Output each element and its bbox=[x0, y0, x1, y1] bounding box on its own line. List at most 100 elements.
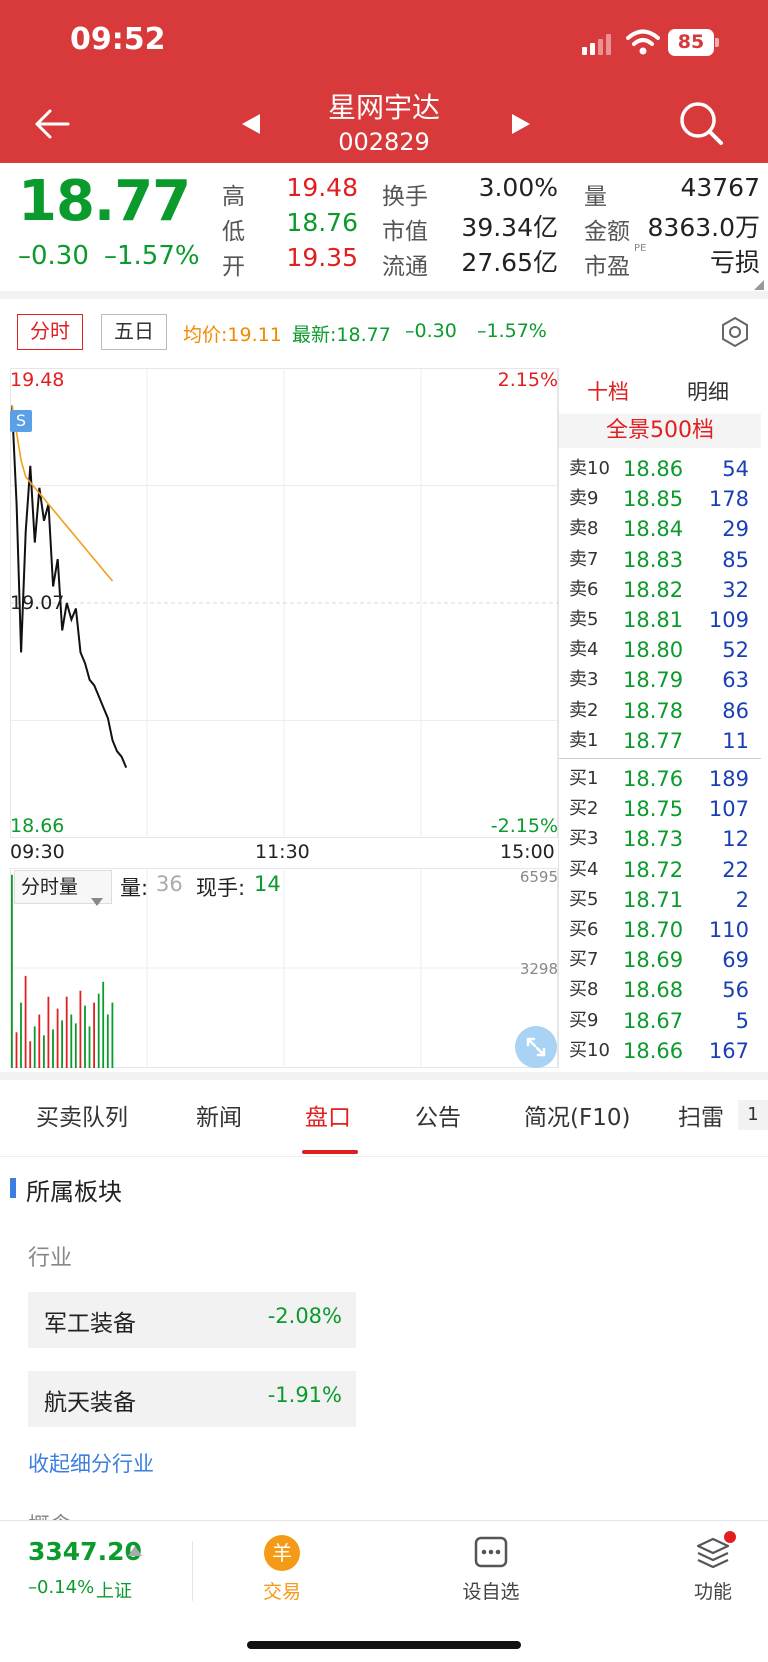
bottom-bar: 3347.20 –0.14% 上证 羊 交易 设自选 功能 bbox=[0, 1520, 768, 1662]
value-market-cap: 39.34亿 bbox=[461, 213, 558, 242]
panorama-500-button[interactable]: 全景500档 bbox=[559, 414, 761, 448]
s-marker[interactable]: S bbox=[10, 410, 32, 432]
ask-row[interactable]: 卖8 18.84 29 bbox=[559, 514, 757, 544]
volume-bar bbox=[24, 975, 27, 1068]
bid-price: 18.72 bbox=[623, 857, 684, 882]
bid-level-label: 买8 bbox=[569, 979, 599, 1001]
bid-row[interactable]: 买9 18.67 5 bbox=[559, 1006, 757, 1036]
search-icon[interactable] bbox=[678, 100, 724, 146]
ask-row[interactable]: 卖3 18.79 63 bbox=[559, 665, 757, 695]
collapse-industry-link[interactable]: 收起细分行业 bbox=[28, 1448, 154, 1478]
bid-price: 18.69 bbox=[623, 948, 684, 973]
tab-detail[interactable]: 明细 bbox=[687, 376, 729, 406]
volume-bar bbox=[15, 1032, 18, 1068]
tab-five-day[interactable]: 五日 bbox=[101, 314, 167, 350]
label-float-cap: 流通 bbox=[382, 254, 428, 280]
bid-row[interactable]: 买1 18.76 189 bbox=[559, 764, 757, 794]
battery-icon: 85 bbox=[668, 29, 720, 56]
label-high: 高 bbox=[222, 184, 245, 210]
tab-ten-level[interactable]: 十档 bbox=[587, 376, 629, 406]
sector-item[interactable]: 军工装备 -2.08% bbox=[28, 1292, 356, 1348]
price-change-pct: –1.57% bbox=[104, 241, 200, 271]
price-line bbox=[11, 405, 128, 768]
bid-row[interactable]: 买4 18.72 22 bbox=[559, 855, 757, 885]
tab-active-indicator bbox=[302, 1150, 358, 1154]
ask-price: 18.81 bbox=[623, 608, 684, 632]
volume-bar bbox=[111, 1002, 114, 1068]
stock-code: 002829 bbox=[338, 128, 430, 156]
ask-volume: 85 bbox=[722, 547, 749, 572]
home-indicator bbox=[247, 1641, 521, 1649]
quote-summary: 18.77 –0.30 –1.57% 高 19.48 换手 3.00% 量 43… bbox=[0, 163, 768, 291]
bid-level-label: 买5 bbox=[569, 888, 599, 910]
bid-row[interactable]: 买7 18.69 69 bbox=[559, 945, 757, 975]
intraday-price-chart[interactable] bbox=[10, 368, 558, 838]
label-market-cap: 市值 bbox=[382, 219, 428, 245]
ask-row[interactable]: 卖4 18.80 52 bbox=[559, 635, 757, 665]
volume-bar bbox=[93, 1002, 95, 1068]
bid-row[interactable]: 买6 18.70 110 bbox=[559, 915, 757, 945]
volume-bar bbox=[88, 1026, 91, 1068]
back-arrow-icon[interactable] bbox=[32, 104, 72, 144]
index-name: 上证 bbox=[96, 1581, 132, 1602]
ask-row[interactable]: 卖7 18.83 85 bbox=[559, 545, 757, 575]
tab-announcements[interactable]: 公告 bbox=[415, 1098, 461, 1132]
bid-row[interactable]: 买8 18.68 56 bbox=[559, 975, 757, 1005]
prev-stock-icon[interactable] bbox=[240, 112, 262, 136]
next-stock-icon[interactable] bbox=[510, 112, 532, 136]
volume-bar bbox=[84, 1005, 86, 1068]
ask-row[interactable]: 卖10 18.86 54 bbox=[559, 454, 757, 484]
tab-handicap[interactable]: 盘口 bbox=[305, 1098, 351, 1132]
add-watchlist-button[interactable]: 设自选 bbox=[456, 1535, 526, 1611]
tab-overflow[interactable]: 1 bbox=[738, 1100, 768, 1130]
sector-name: 航天装备 bbox=[44, 1390, 136, 1416]
price-axis-mid: 19.07 bbox=[10, 592, 65, 614]
pct-axis-bottom: -2.15% bbox=[490, 815, 558, 837]
chart-settings-icon[interactable] bbox=[720, 316, 750, 348]
bid-row[interactable]: 买10 18.66 167 bbox=[559, 1036, 757, 1066]
index-value[interactable]: 3347.20 bbox=[28, 1537, 142, 1566]
tab-news[interactable]: 新闻 bbox=[196, 1098, 242, 1132]
sector-item[interactable]: 航天装备 -1.91% bbox=[28, 1371, 356, 1427]
status-time: 09:52 bbox=[70, 22, 166, 57]
volume-bar bbox=[52, 1029, 54, 1068]
ask-volume: 63 bbox=[722, 668, 749, 693]
vol-value: 36 bbox=[156, 872, 183, 896]
expand-corner-icon[interactable] bbox=[754, 275, 764, 290]
ask-row[interactable]: 卖5 18.81 109 bbox=[559, 605, 757, 635]
ask-row[interactable]: 卖9 18.85 178 bbox=[559, 484, 757, 514]
vol-axis-top: 6595 bbox=[519, 868, 558, 886]
functions-button[interactable]: 功能 bbox=[678, 1531, 748, 1611]
latest-price-label: 最新:18.77 bbox=[292, 324, 391, 346]
volume-selector-label: 分时量 bbox=[21, 876, 79, 898]
bid-row[interactable]: 买3 18.73 12 bbox=[559, 824, 757, 854]
ask-row[interactable]: 卖1 18.77 11 bbox=[559, 726, 757, 756]
ask-price: 18.78 bbox=[623, 698, 684, 723]
bid-level-label: 买6 bbox=[569, 919, 599, 940]
board-title: 所属板块 bbox=[26, 1178, 122, 1206]
tab-intraday[interactable]: 分时 bbox=[17, 314, 83, 350]
bid-row[interactable]: 买5 18.71 2 bbox=[559, 885, 757, 915]
tabs-underline bbox=[0, 1156, 768, 1157]
section-divider-2 bbox=[0, 1072, 768, 1080]
ask-level-label: 卖2 bbox=[569, 699, 599, 721]
volume-selector[interactable]: 分时量 bbox=[14, 870, 112, 906]
avg-price-label: 均价:19.11 bbox=[183, 324, 282, 346]
vol-axis-mid: 3298 bbox=[519, 960, 558, 978]
value-volume: 43767 bbox=[680, 173, 760, 202]
price-change: –0.30 bbox=[18, 241, 89, 271]
bid-price: 18.73 bbox=[623, 827, 684, 852]
bid-row[interactable]: 买2 18.75 107 bbox=[559, 794, 757, 824]
tab-risk-scan[interactable]: 扫雷 bbox=[678, 1098, 724, 1132]
ask-row[interactable]: 卖6 18.82 32 bbox=[559, 575, 757, 605]
ask-row[interactable]: 卖2 18.78 86 bbox=[559, 696, 757, 726]
trade-button[interactable]: 羊 交易 bbox=[250, 1535, 314, 1611]
tab-order-queue[interactable]: 买卖队列 bbox=[36, 1098, 128, 1132]
fullscreen-button[interactable] bbox=[515, 1026, 557, 1068]
tab-profile-f10[interactable]: 简况(F10) bbox=[524, 1098, 630, 1132]
battery-level: 85 bbox=[677, 31, 705, 53]
bid-price: 18.68 bbox=[623, 978, 684, 1003]
index-change: –0.14% bbox=[28, 1577, 95, 1598]
ask-level-label: 卖10 bbox=[569, 458, 610, 479]
time-axis-mid: 11:30 bbox=[255, 841, 310, 863]
